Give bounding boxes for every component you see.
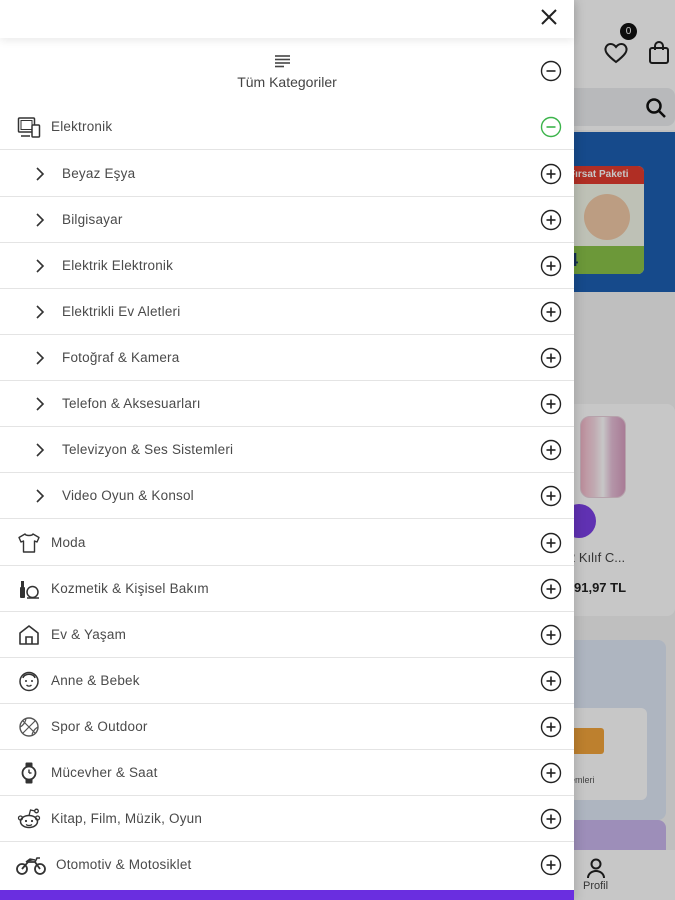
- expand-icon[interactable]: [540, 393, 562, 415]
- collapse-all-icon[interactable]: [540, 60, 562, 82]
- chevron-right-icon: [36, 259, 45, 273]
- expand-icon[interactable]: [540, 485, 562, 507]
- chevron-right-icon: [36, 443, 45, 457]
- cosmetics-icon: [20, 581, 39, 599]
- expand-icon[interactable]: [540, 670, 562, 692]
- home-icon: [19, 625, 39, 645]
- category-row-ev-yasam[interactable]: Ev & Yaşam: [0, 612, 574, 658]
- expand-icon[interactable]: [540, 532, 562, 554]
- all-categories-label: Tüm Kategoriler: [237, 74, 337, 90]
- category-label: Moda: [51, 535, 86, 550]
- category-label: Mücevher & Saat: [51, 765, 158, 780]
- motorcycle-icon: [16, 857, 46, 875]
- chevron-right-icon: [36, 167, 45, 181]
- collapse-icon[interactable]: [540, 116, 562, 138]
- expand-icon[interactable]: [540, 209, 562, 231]
- expand-icon[interactable]: [540, 578, 562, 600]
- close-icon[interactable]: [536, 4, 562, 30]
- watch-icon: [21, 762, 37, 784]
- chevron-right-icon: [36, 305, 45, 319]
- subcategory-row[interactable]: Elektrik Elektronik: [0, 243, 574, 289]
- chevron-right-icon: [36, 213, 45, 227]
- category-label: Kozmetik & Kişisel Bakım: [51, 581, 209, 596]
- category-row-anne-bebek[interactable]: Anne & Bebek: [0, 658, 574, 704]
- chevron-right-icon: [36, 351, 45, 365]
- category-row-kozmetik[interactable]: Kozmetik & Kişisel Bakım: [0, 566, 574, 612]
- category-label: Ev & Yaşam: [51, 627, 127, 642]
- subcategory-row[interactable]: Fotoğraf & Kamera: [0, 335, 574, 381]
- category-row-mucevher[interactable]: Mücevher & Saat: [0, 750, 574, 796]
- expand-icon[interactable]: [540, 163, 562, 185]
- chevron-right-icon: [36, 489, 45, 503]
- category-label: Otomotiv & Motosiklet: [56, 857, 192, 872]
- category-row-kitap[interactable]: Kitap, Film, Müzik, Oyun: [0, 796, 574, 842]
- subcategory-row[interactable]: Televizyon & Ses Sistemleri: [0, 427, 574, 473]
- subcategory-label: Televizyon & Ses Sistemleri: [62, 442, 234, 457]
- subcategory-label: Bilgisayar: [62, 212, 123, 227]
- subcategory-label: Elektrikli Ev Aletleri: [62, 304, 181, 319]
- expand-icon[interactable]: [540, 716, 562, 738]
- expand-icon[interactable]: [540, 854, 562, 876]
- expand-icon[interactable]: [540, 439, 562, 461]
- menu-lines-icon: [275, 55, 290, 68]
- subcategory-label: Fotoğraf & Kamera: [62, 350, 180, 365]
- expand-icon[interactable]: [540, 255, 562, 277]
- subcategory-label: Video Oyun & Konsol: [62, 488, 194, 503]
- subcategory-label: Elektrik Elektronik: [62, 258, 174, 273]
- category-label: Spor & Outdoor: [51, 719, 148, 734]
- subcategory-row[interactable]: Bilgisayar: [0, 197, 574, 243]
- category-row-elektronik[interactable]: Elektronik: [0, 104, 574, 150]
- chevron-right-icon: [36, 397, 45, 411]
- devices-icon: [17, 117, 41, 138]
- category-row-moda[interactable]: Moda: [0, 520, 574, 566]
- expand-icon[interactable]: [540, 808, 562, 830]
- expand-icon[interactable]: [540, 347, 562, 369]
- expand-icon[interactable]: [540, 762, 562, 784]
- expand-icon[interactable]: [540, 624, 562, 646]
- categories-drawer: Tüm Kategoriler Elektronik Beyaz Eşya Bi…: [0, 0, 574, 900]
- category-label: Kitap, Film, Müzik, Oyun: [51, 811, 203, 826]
- baby-icon: [19, 671, 39, 692]
- category-label: Elektronik: [51, 119, 113, 134]
- reddit-icon: [17, 808, 41, 829]
- subcategory-row[interactable]: Video Oyun & Konsol: [0, 473, 574, 519]
- expand-icon[interactable]: [540, 301, 562, 323]
- ball-icon: [19, 717, 39, 737]
- drawer-topbar: [0, 0, 574, 38]
- all-categories-header[interactable]: Tüm Kategoriler: [0, 38, 574, 104]
- subcategory-label: Beyaz Eşya: [62, 166, 136, 181]
- subcategory-row[interactable]: Elektrikli Ev Aletleri: [0, 289, 574, 335]
- category-row-otomotiv[interactable]: Otomotiv & Motosiklet: [0, 842, 574, 888]
- subcategory-label: Telefon & Aksesuarları: [62, 396, 201, 411]
- tshirt-icon: [18, 533, 40, 553]
- category-row-spor[interactable]: Spor & Outdoor: [0, 704, 574, 750]
- drawer-bottom-strip: [0, 890, 574, 900]
- category-label: Anne & Bebek: [51, 673, 140, 688]
- subcategory-row[interactable]: Telefon & Aksesuarları: [0, 381, 574, 427]
- subcategory-row[interactable]: Beyaz Eşya: [0, 151, 574, 197]
